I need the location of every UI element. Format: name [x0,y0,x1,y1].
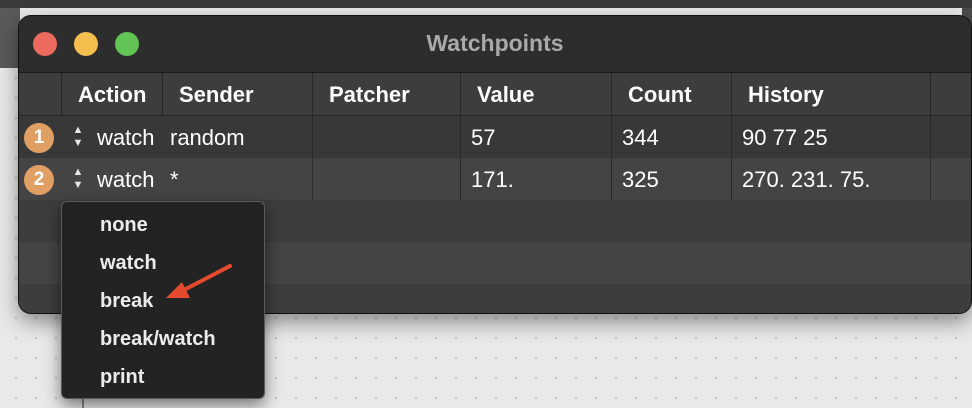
menu-item-break-watch[interactable]: break/watch [100,328,216,351]
history-cell: 270. 231. 75. [731,158,930,200]
watchpoint-index-badge: 2 [24,165,54,195]
menu-item-watch[interactable]: watch [100,252,157,275]
column-header-action[interactable]: Action [61,73,162,115]
background-app-bar [0,0,972,8]
column-header-empty [930,73,971,115]
column-header-sender[interactable]: Sender [162,73,312,115]
table-row[interactable]: 1 ▲ ▼ watch random 57 344 90 77 25 [19,116,971,158]
count-cell: 325 [611,158,731,200]
value-cell: 57 [460,116,611,158]
history-cell: 90 77 25 [731,116,930,158]
menu-item-none[interactable]: none [100,214,148,237]
patcher-cell [312,158,460,200]
action-value[interactable]: watch [97,158,154,202]
column-header-patcher[interactable]: Patcher [312,73,460,115]
menu-item-break[interactable]: break [100,290,153,313]
up-down-arrows-icon[interactable]: ▲ ▼ [71,166,85,194]
menu-item-print[interactable]: print [100,366,144,389]
column-header-count[interactable]: Count [611,73,731,115]
title-bar[interactable]: Watchpoints [19,16,971,73]
value-cell: 171. [460,158,611,200]
empty-cell [930,158,971,200]
background-panel-left [0,8,20,68]
table-row[interactable]: 2 ▲ ▼ watch * 171. 325 270. 231. 75. [19,158,971,200]
empty-cell [930,116,971,158]
column-header-value[interactable]: Value [460,73,611,115]
window-title: Watchpoints [426,30,564,56]
sender-cell: * [170,167,179,192]
up-down-arrows-icon[interactable]: ▲ ▼ [71,124,85,152]
sender-cell: random [170,125,245,150]
red-arrow-icon [166,264,232,298]
watchpoint-index-badge: 1 [24,123,54,153]
action-value[interactable]: watch [97,116,154,160]
table-header: Action Sender Patcher Value Count Histor… [19,73,971,116]
count-cell: 344 [611,116,731,158]
column-header-history[interactable]: History [731,73,930,115]
patcher-cell [312,116,460,158]
